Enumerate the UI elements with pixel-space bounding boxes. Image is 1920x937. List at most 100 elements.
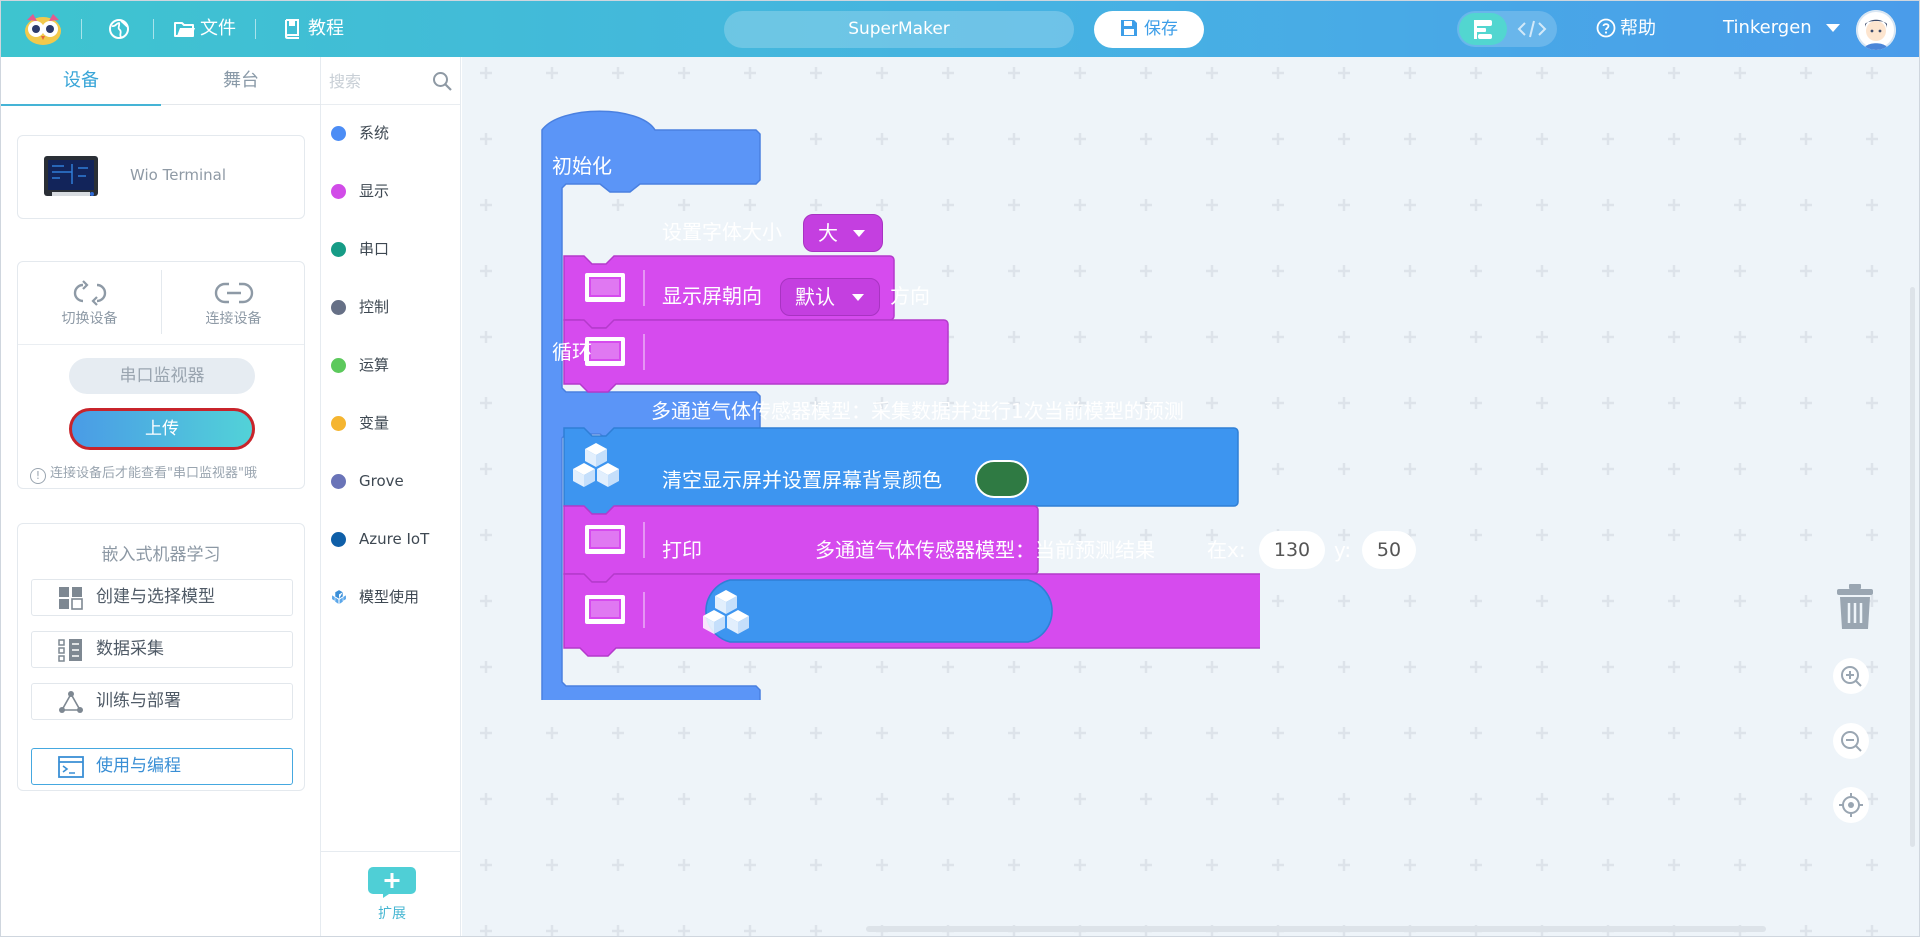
device-panel: 设备 舞台 Wio Terminal 切换设备 连接设备 串口监视器 上传 ! … bbox=[1, 57, 321, 936]
horizontal-scrollbar[interactable] bbox=[866, 926, 1766, 932]
user-menu[interactable]: Tinkergen bbox=[1723, 17, 1841, 39]
tab-stage[interactable]: 舞台 bbox=[161, 57, 321, 105]
category-operators[interactable]: 运算 bbox=[331, 350, 455, 380]
x-input[interactable]: 130 bbox=[1259, 531, 1325, 569]
category-serial[interactable]: 串口 bbox=[331, 234, 455, 264]
ml-card: 嵌入式机器学习 创建与选择模型 数据采集 训练与部署 使用与编程 bbox=[17, 523, 305, 791]
block-workspace[interactable]: 初始化 设置字体大小 大 显示屏朝向 默认 方向 循环 多通道气体传感器模型：采… bbox=[462, 57, 1919, 936]
orientation-dropdown[interactable]: 默认 bbox=[780, 278, 880, 316]
tab-device[interactable]: 设备 bbox=[1, 57, 161, 106]
category-control[interactable]: 控制 bbox=[331, 292, 455, 322]
user-name: Tinkergen bbox=[1723, 17, 1812, 38]
code-mode-toggle[interactable] bbox=[1509, 13, 1555, 45]
font-size-dropdown[interactable]: 大 bbox=[803, 214, 883, 252]
ml-use-program-item[interactable]: 使用与编程 bbox=[31, 748, 293, 785]
chevron-down-icon bbox=[853, 230, 865, 237]
model-result-text: 多通道气体传感器模型：当前预测结果 bbox=[815, 538, 1155, 562]
y-input[interactable]: 50 bbox=[1362, 531, 1416, 569]
category-label: 模型使用 bbox=[359, 588, 420, 606]
blocks-icon bbox=[1474, 20, 1492, 39]
ml-item-label: 使用与编程 bbox=[96, 756, 181, 776]
model-cubes-icon bbox=[332, 590, 346, 604]
ml-item-label: 创建与选择模型 bbox=[96, 587, 215, 607]
print-text: 打印 bbox=[662, 538, 702, 562]
category-label: 运算 bbox=[359, 356, 390, 374]
ml-item-label: 数据采集 bbox=[96, 639, 164, 659]
category-label: Azure IoT bbox=[359, 530, 430, 548]
blocks-mode-toggle[interactable] bbox=[1459, 13, 1507, 45]
recenter-icon[interactable] bbox=[1831, 785, 1871, 825]
owl-logo[interactable] bbox=[23, 12, 63, 46]
ml-title: 嵌入式机器学习 bbox=[101, 545, 221, 565]
category-label: 控制 bbox=[359, 298, 390, 316]
model-result-reporter[interactable] bbox=[705, 579, 1053, 643]
ml-create-model-item[interactable]: 创建与选择模型 bbox=[31, 579, 293, 616]
device-name: Wio Terminal bbox=[130, 166, 227, 184]
screen-orientation-text: 显示屏朝向 bbox=[662, 284, 762, 308]
category-dot bbox=[331, 532, 346, 547]
search-icon[interactable] bbox=[432, 71, 452, 91]
loop-label: 循环 bbox=[552, 340, 592, 364]
ml-data-collection-item[interactable]: 数据采集 bbox=[31, 631, 293, 668]
help-icon bbox=[1596, 18, 1616, 38]
tutorial-menu[interactable]: 教程 bbox=[308, 18, 344, 40]
file-menu[interactable]: 文件 bbox=[200, 18, 236, 40]
background-color-picker[interactable] bbox=[975, 460, 1029, 498]
category-display[interactable]: 显示 bbox=[331, 176, 455, 206]
serial-monitor-button[interactable]: 串口监视器 bbox=[69, 358, 255, 394]
category-dot bbox=[331, 416, 346, 431]
add-extension-icon bbox=[368, 867, 416, 898]
chevron-down-icon bbox=[1826, 24, 1841, 32]
chevron-down-icon bbox=[852, 294, 864, 301]
trash-icon[interactable] bbox=[1833, 582, 1877, 632]
category-system[interactable]: 系统 bbox=[331, 118, 455, 148]
folder-icon bbox=[174, 22, 195, 37]
divider bbox=[321, 851, 460, 852]
category-label: Grove bbox=[359, 472, 404, 490]
help-label: 帮助 bbox=[1620, 18, 1656, 39]
font-size-value: 大 bbox=[818, 221, 838, 245]
category-dot bbox=[331, 358, 346, 373]
data-icon bbox=[58, 639, 82, 662]
terminal-icon bbox=[58, 756, 84, 778]
category-variables[interactable]: 变量 bbox=[331, 408, 455, 438]
block-category-panel: 系统 显示 串口 控制 运算 变量 Grove Azure IoT 模型使用 扩… bbox=[321, 57, 461, 936]
search-input[interactable] bbox=[329, 69, 425, 93]
help-link[interactable]: 帮助 bbox=[1596, 18, 1656, 40]
globe-icon[interactable] bbox=[107, 17, 131, 41]
device-control-card: 切换设备 连接设备 串口监视器 上传 ! 连接设备后才能查看"串口监视器"哦 bbox=[17, 261, 305, 489]
info-icon: ! bbox=[30, 468, 46, 484]
wio-terminal-image bbox=[44, 156, 98, 196]
serial-tip-text: 连接设备后才能查看"串口监视器"哦 bbox=[50, 466, 257, 481]
extension-button[interactable]: 扩展 bbox=[365, 865, 419, 927]
app-window: 文件 教程 SuperMaker 保存 帮助 Tinkergen 设备 舞台 W… bbox=[0, 0, 1920, 937]
model-predict-text: 多通道气体传感器模型：采集数据并进行1次当前模型的预测 bbox=[651, 399, 1184, 423]
category-label: 串口 bbox=[359, 240, 390, 258]
avatar[interactable] bbox=[1856, 10, 1896, 50]
connect-device-button[interactable]: 连接设备 bbox=[162, 274, 305, 342]
search-bar bbox=[321, 57, 460, 105]
zoom-out-icon[interactable] bbox=[1831, 721, 1871, 761]
divider bbox=[18, 344, 304, 345]
link-icon bbox=[214, 282, 253, 304]
save-label: 保存 bbox=[1144, 19, 1178, 39]
upload-button[interactable]: 上传 bbox=[69, 408, 255, 450]
vertical-scrollbar[interactable] bbox=[1910, 287, 1915, 847]
switch-device-button[interactable]: 切换设备 bbox=[18, 274, 161, 342]
category-dot bbox=[331, 474, 346, 489]
connect-device-label: 连接设备 bbox=[205, 311, 262, 327]
zoom-in-icon[interactable] bbox=[1831, 656, 1871, 696]
orientation-value: 默认 bbox=[795, 285, 835, 309]
project-name-field[interactable]: SuperMaker bbox=[724, 11, 1074, 48]
code-icon bbox=[1517, 20, 1547, 38]
device-card[interactable]: Wio Terminal bbox=[17, 135, 305, 219]
header-divider bbox=[153, 19, 154, 39]
category-azure-iot[interactable]: Azure IoT bbox=[331, 524, 455, 554]
ml-train-deploy-item[interactable]: 训练与部署 bbox=[31, 683, 293, 720]
category-label: 系统 bbox=[359, 124, 390, 142]
switch-icon bbox=[73, 280, 106, 306]
save-button[interactable]: 保存 bbox=[1094, 11, 1204, 48]
category-model-use[interactable]: 模型使用 bbox=[331, 582, 455, 612]
at-x-label: 在x: bbox=[1207, 538, 1246, 562]
category-grove[interactable]: Grove bbox=[331, 466, 455, 496]
